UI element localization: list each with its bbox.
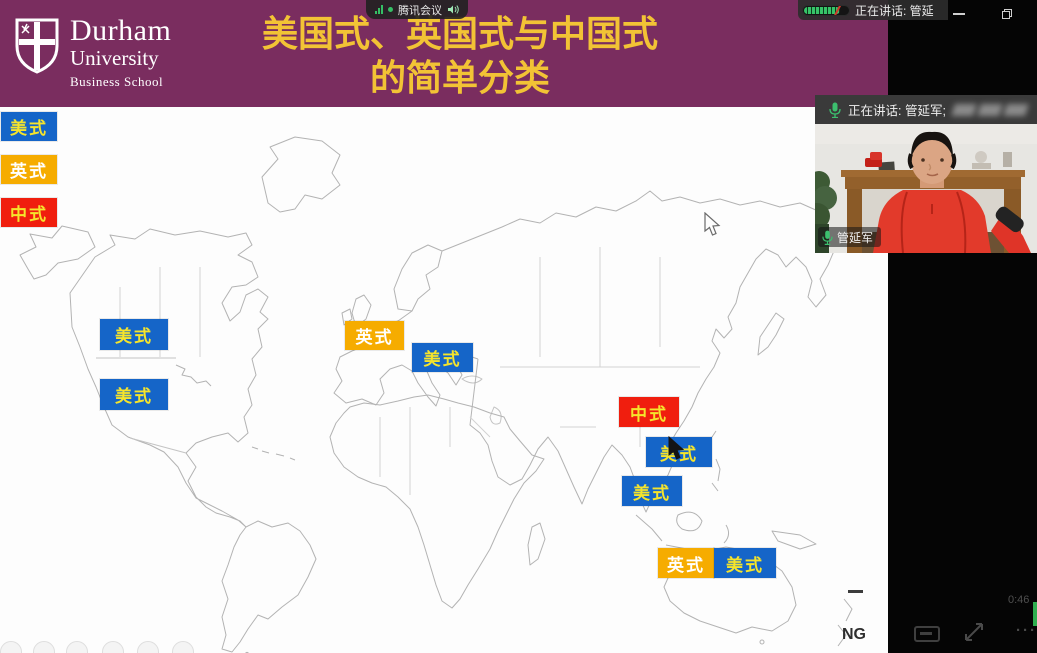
map-label-uk: 英式 xyxy=(345,321,404,350)
network-signal-icon xyxy=(375,5,383,14)
video-speaking-text: 正在讲话: 管延军; xyxy=(848,100,946,119)
watermark-dash xyxy=(848,590,863,593)
speaking-banner-text: 正在讲话: 管延 xyxy=(855,2,934,19)
legend-item-us: 美式 xyxy=(1,112,57,141)
map-label-australia-east: 美式 xyxy=(714,548,776,578)
map-label-se-asia: 美式 xyxy=(622,476,682,506)
map-label-usa: 美式 xyxy=(100,379,168,410)
player-volume-sliver xyxy=(1033,602,1037,626)
mouse-cursor-outline xyxy=(704,212,722,238)
status-dot-icon xyxy=(388,7,393,12)
meeting-window: Durham University Business School 美国式、英国… xyxy=(0,0,1037,653)
fullscreen-icon[interactable] xyxy=(962,620,986,644)
blurred-participant-names xyxy=(953,104,1027,116)
watermark-text: NG xyxy=(842,626,866,644)
map-label-australia-west: 英式 xyxy=(658,548,714,578)
video-panel-header: 正在讲话: 管延军; xyxy=(815,95,1037,124)
speaking-banner: 正在讲话: 管延 xyxy=(798,0,948,20)
slide-title: 美国式、英国式与中国式 的简单分类 xyxy=(205,12,715,100)
volume-meter-icon xyxy=(802,5,850,16)
microphone-icon xyxy=(829,102,841,118)
meeting-toolbar-pill[interactable]: 腾讯会议 xyxy=(366,0,468,19)
legend-item-uk: 英式 xyxy=(1,155,57,184)
app-name: 腾讯会议 xyxy=(398,2,442,18)
player-time: 0:46 xyxy=(1008,594,1029,606)
speaker-icon[interactable] xyxy=(447,4,459,15)
durham-shield-icon xyxy=(14,16,60,74)
shared-screen-slide: Durham University Business School 美国式、英国… xyxy=(0,0,888,653)
legend-item-cn: 中式 xyxy=(1,198,57,227)
participant-name: 管延军 xyxy=(837,229,873,246)
logo-tagline: Business School xyxy=(70,75,171,88)
map-label-europe: 美式 xyxy=(412,343,473,372)
restore-window-button[interactable] xyxy=(990,0,1024,28)
logo-title: Durham xyxy=(70,16,171,46)
microphone-icon xyxy=(822,230,833,245)
video-feed[interactable]: 管延军 xyxy=(815,124,1037,253)
durham-logo: Durham University Business School xyxy=(14,16,171,88)
participant-video-panel[interactable]: 正在讲话: 管延军; xyxy=(815,95,1037,253)
mouse-cursor-black xyxy=(668,436,686,462)
subtitle-icon[interactable] xyxy=(914,626,940,642)
minimize-button[interactable] xyxy=(942,0,976,28)
logo-subtitle: University xyxy=(70,48,171,69)
slide-title-line2: 的简单分类 xyxy=(205,56,715,100)
map-label-canada: 美式 xyxy=(100,319,168,350)
map-label-china: 中式 xyxy=(619,397,679,427)
participant-name-tag: 管延军 xyxy=(818,227,881,247)
